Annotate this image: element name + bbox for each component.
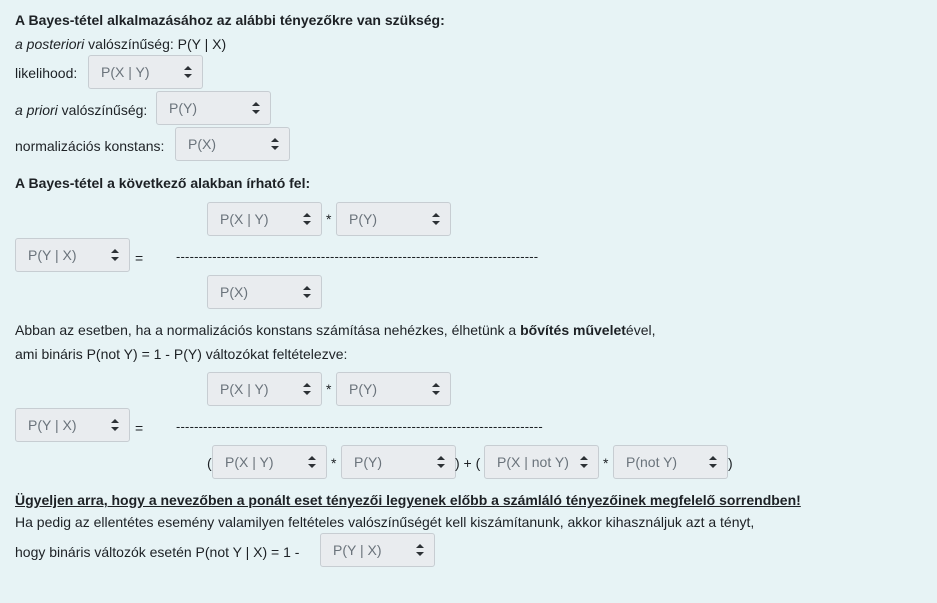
- posterior-text: valószínűség: P(Y | X): [84, 36, 227, 52]
- chevron-updown-icon: [432, 213, 440, 225]
- eq2-lhs-select[interactable]: P(Y | X): [15, 408, 130, 442]
- heading-requirements: A Bayes-tétel alkalmazásához az alábbi t…: [15, 12, 445, 28]
- prior-line: a priori valószínűség:: [15, 102, 147, 118]
- eq1-denominator-select[interactable]: P(X): [207, 275, 322, 309]
- expansion-text: Abban az esetben, ha a normalizációs kon…: [15, 322, 521, 338]
- chevron-updown-icon: [111, 419, 119, 431]
- select-value: P(X | Y): [101, 64, 150, 80]
- normalizing-label: normalizációs konstans:: [15, 138, 165, 154]
- select-value: P(X | Y): [220, 381, 269, 397]
- eq1-numerator-1-select[interactable]: P(X | Y): [207, 202, 322, 236]
- heading-formula: A Bayes-tétel a következő alakban írható…: [15, 175, 311, 191]
- eq2-numerator-1-select[interactable]: P(X | Y): [207, 372, 322, 406]
- eq2-equals: =: [135, 420, 144, 436]
- eq1-equals: =: [135, 250, 144, 266]
- expansion-paragraph: Abban az esetben, ha a normalizációs kon…: [15, 322, 656, 338]
- select-value: P(Y | X): [28, 417, 77, 433]
- eq2-denominator-4-select[interactable]: P(not Y): [613, 445, 728, 479]
- chevron-updown-icon: [580, 456, 588, 468]
- ordering-warning: Ügyeljen arra, hogy a nevezőben a ponált…: [15, 492, 801, 508]
- select-value: P(Y): [349, 381, 377, 397]
- select-value: P(Y): [169, 100, 197, 116]
- expansion-bold: bővítés művelet: [520, 322, 626, 338]
- chevron-updown-icon: [416, 544, 424, 556]
- eq2-denominator-1-select[interactable]: P(X | Y): [212, 445, 327, 479]
- chevron-updown-icon: [111, 249, 119, 261]
- chevron-updown-icon: [709, 456, 717, 468]
- prior-select[interactable]: P(Y): [156, 91, 271, 125]
- select-value: P(not Y): [626, 454, 678, 470]
- eq2-multiply-den-2: *: [603, 455, 609, 471]
- normalizing-select[interactable]: P(X): [175, 127, 290, 161]
- eq1-fraction-line: ----------------------------------------…: [176, 249, 539, 264]
- chevron-updown-icon: [432, 383, 440, 395]
- chevron-updown-icon: [308, 456, 316, 468]
- chevron-updown-icon: [303, 286, 311, 298]
- eq2-denominator-3-select[interactable]: P(X | not Y): [484, 445, 599, 479]
- chevron-updown-icon: [303, 213, 311, 225]
- chevron-updown-icon: [303, 383, 311, 395]
- select-value: P(Y | X): [28, 247, 77, 263]
- chevron-updown-icon: [271, 138, 279, 150]
- eq1-numerator-2-select[interactable]: P(Y): [336, 202, 451, 236]
- likelihood-label: likelihood:: [15, 65, 78, 81]
- eq2-close-paren: ): [728, 455, 733, 471]
- prior-italic: a priori: [15, 102, 58, 118]
- eq2-multiply: *: [326, 381, 332, 397]
- complement-paragraph: Ha pedig az ellentétes esemény valamilye…: [15, 514, 755, 530]
- binary-assumption-text: ami bináris P(not Y) = 1 - P(Y) változók…: [15, 346, 348, 362]
- posterior-line: a posteriori valószínűség: P(Y | X): [15, 36, 226, 52]
- complement-formula-text: hogy bináris változók esetén P(not Y | X…: [15, 544, 300, 560]
- prior-text: valószínűség:: [57, 102, 148, 118]
- eq2-open-paren: (: [207, 455, 212, 471]
- select-value: P(X | Y): [225, 454, 274, 470]
- expansion-suffix: ével,: [625, 322, 656, 338]
- select-value: P(X): [220, 284, 248, 300]
- eq2-multiply-den-1: *: [331, 455, 337, 471]
- eq1-multiply: *: [326, 211, 332, 227]
- likelihood-select[interactable]: P(X | Y): [88, 55, 203, 89]
- chevron-updown-icon: [184, 66, 192, 78]
- eq2-denominator-2-select[interactable]: P(Y): [341, 445, 456, 479]
- complement-select[interactable]: P(Y | X): [320, 533, 435, 567]
- posterior-italic: a posteriori: [15, 36, 85, 52]
- eq2-plus: ) + (: [455, 455, 481, 471]
- select-value: P(Y | X): [333, 542, 382, 558]
- select-value: P(Y): [354, 454, 382, 470]
- eq1-lhs-select[interactable]: P(Y | X): [15, 238, 130, 272]
- chevron-updown-icon: [252, 102, 260, 114]
- select-value: P(X): [188, 136, 216, 152]
- select-value: P(X | Y): [220, 211, 269, 227]
- eq2-fraction-line: ----------------------------------------…: [176, 419, 543, 434]
- select-value: P(Y): [349, 211, 377, 227]
- chevron-updown-icon: [437, 456, 445, 468]
- select-value: P(X | not Y): [497, 454, 569, 470]
- eq2-numerator-2-select[interactable]: P(Y): [336, 372, 451, 406]
